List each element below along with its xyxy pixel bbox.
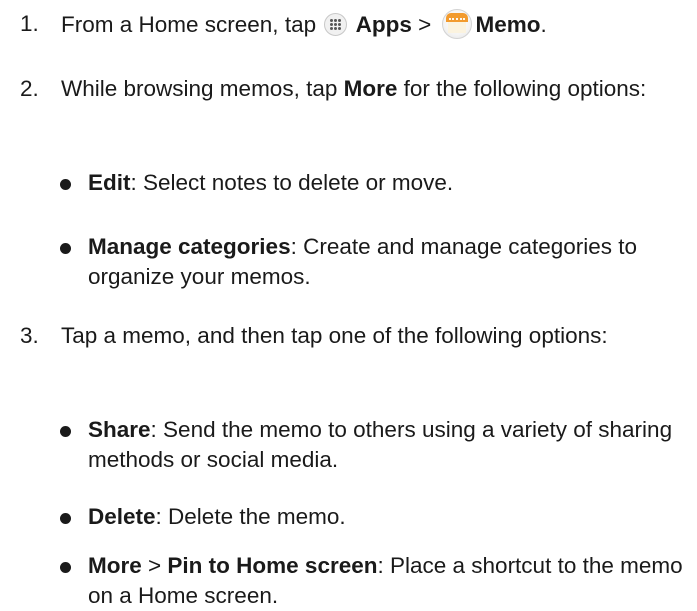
bullet-dot [60, 562, 71, 573]
bullet-dot [60, 426, 71, 437]
bullet-term-2: Pin to Home screen [167, 553, 378, 578]
bullet-text: More > Pin to Home screen: Place a short… [88, 553, 683, 608]
more-label: More [343, 76, 398, 101]
bullet-dot [60, 513, 71, 524]
step-text: From a Home screen, tap Apps > Memo. [61, 9, 689, 40]
bullet-term: More [88, 553, 142, 578]
apps-label: Apps [355, 12, 412, 37]
step-number: 3. [20, 323, 39, 348]
instruction-document: 1. From a Home screen, tap Apps > Memo. … [0, 0, 697, 609]
apps-icon [324, 13, 348, 36]
step-text: While browsing memos, tap More for the f… [61, 76, 647, 101]
bullet-text: Share: Send the memo to others using a v… [88, 417, 673, 472]
memo-icon [441, 9, 472, 39]
bullet-term: Manage categories [88, 234, 291, 259]
bullet-text: Edit: Select notes to delete or move. [88, 170, 454, 195]
bullet-term: Delete [88, 504, 156, 529]
bullet-text: Delete: Delete the memo. [88, 504, 346, 529]
bullet-text: Manage categories: Create and manage cat… [88, 234, 638, 289]
bullet-term: Edit [88, 170, 131, 195]
bullet-dot [60, 179, 71, 190]
step-number: 2. [20, 76, 39, 101]
step-number: 1. [20, 11, 39, 36]
step-text: Tap a memo, and then tap one of the foll… [61, 323, 608, 348]
bullet-term: Share [88, 417, 151, 442]
bullet-dot [60, 243, 71, 254]
memo-label: Memo [475, 12, 541, 37]
